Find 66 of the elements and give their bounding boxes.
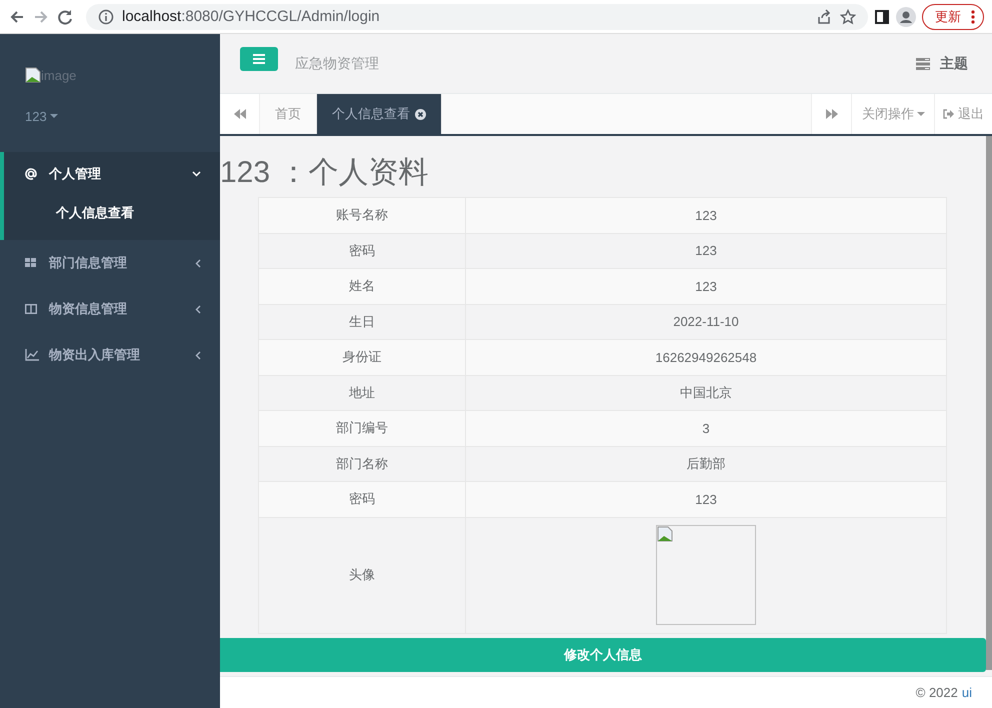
- star-icon[interactable]: [840, 8, 856, 24]
- menu-item[interactable]: 物资出入库管理: [0, 332, 220, 378]
- logout-button[interactable]: 退出: [935, 94, 992, 134]
- field-value: 16262949262548: [466, 340, 946, 375]
- close-actions-dropdown[interactable]: 关闭操作: [852, 94, 935, 134]
- menu-item[interactable]: 个人管理: [4, 152, 220, 196]
- page-heading: 123 ：个人资料: [220, 156, 430, 190]
- more-icon: [971, 10, 975, 24]
- close-icon[interactable]: [415, 108, 426, 120]
- menu-item[interactable]: 物资信息管理: [0, 286, 220, 332]
- user-dropdown[interactable]: 123: [25, 109, 195, 124]
- field-label: 头像: [258, 517, 466, 633]
- menu-icon: [253, 54, 265, 64]
- chevron-down-icon: [192, 171, 201, 177]
- url-text: localhost:8080/GYHCCGL/Admin/login: [122, 8, 380, 25]
- list-icon: [916, 58, 930, 70]
- broken-image-icon: [657, 526, 673, 542]
- menu-item[interactable]: 部门信息管理: [0, 240, 220, 286]
- field-value: 123: [466, 268, 946, 304]
- address-bar[interactable]: localhost:8080/GYHCCGL/Admin/login: [86, 4, 868, 30]
- field-value: 123: [466, 198, 946, 233]
- field-label: 生日: [258, 304, 466, 340]
- field-label: 姓名: [258, 268, 466, 304]
- sign-out-icon: [943, 109, 954, 119]
- field-label: 部门名称: [258, 446, 466, 482]
- double-left-icon: [234, 109, 246, 119]
- edit-profile-button[interactable]: 修改个人信息: [220, 638, 986, 672]
- footer-link[interactable]: ui: [962, 685, 972, 700]
- field-label: 密码: [258, 233, 466, 268]
- page-tab[interactable]: 个人信息查看: [317, 94, 442, 134]
- update-button[interactable]: 更新: [922, 4, 984, 30]
- field-label: 地址: [258, 375, 466, 410]
- line-chart-icon: [25, 349, 39, 361]
- scroll-right-button[interactable]: [811, 94, 852, 134]
- field-value: 3: [466, 410, 946, 446]
- submenu-item[interactable]: 个人信息查看: [4, 196, 220, 230]
- copyright-text: © 2022: [916, 685, 958, 700]
- field-label: 账号名称: [258, 198, 466, 233]
- field-label: 部门编号: [258, 410, 466, 446]
- broken-image-icon: [25, 67, 41, 83]
- profile-icon[interactable]: [896, 6, 916, 26]
- share-icon[interactable]: [816, 8, 832, 24]
- scroll-left-button[interactable]: [220, 94, 260, 134]
- grid-icon: [25, 257, 39, 269]
- chevron-left-icon: [195, 350, 201, 360]
- columns-icon: [25, 303, 39, 315]
- reload-icon[interactable]: [56, 8, 74, 26]
- at-icon: [25, 168, 39, 180]
- field-value: 123: [466, 233, 946, 268]
- field-label: 身份证: [258, 340, 466, 375]
- side-panel-icon[interactable]: [874, 8, 890, 24]
- chevron-left-icon: [195, 304, 201, 314]
- field-value: 2022-11-10: [466, 304, 946, 340]
- info-icon: [98, 8, 114, 24]
- double-right-icon: [826, 109, 838, 119]
- app-title: 应急物资管理: [295, 54, 380, 72]
- field-label: 密码: [258, 482, 466, 517]
- field-value: 中国北京: [466, 375, 946, 410]
- field-value: 123: [466, 482, 946, 517]
- caret-icon: [50, 114, 58, 119]
- caret-icon: [917, 112, 925, 116]
- field-value: 后勤部: [466, 446, 946, 482]
- menu-toggle-button[interactable]: [240, 46, 278, 70]
- theme-button[interactable]: 主题: [916, 54, 968, 72]
- chevron-left-icon: [195, 258, 201, 268]
- broken-image: image: [25, 67, 195, 83]
